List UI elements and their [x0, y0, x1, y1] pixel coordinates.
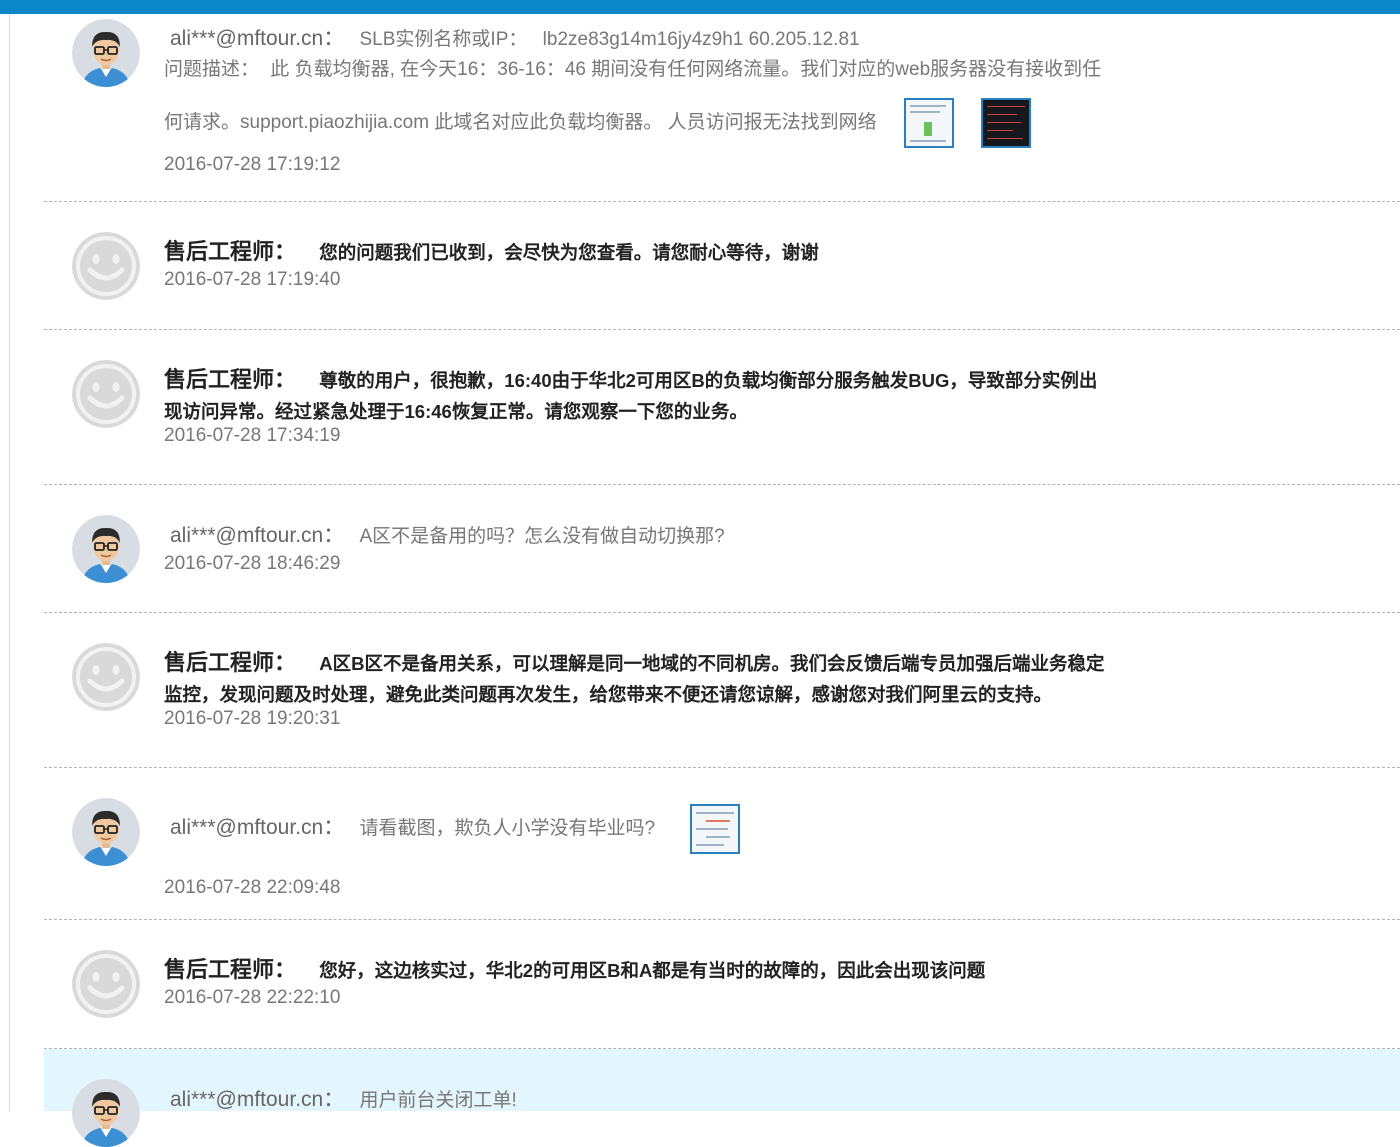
engineer-avatar-icon [72, 232, 140, 300]
message-content: 请看截图，欺负人小学没有毕业吗? [359, 818, 656, 839]
message-user: ali***@mftour.cn： A区不是备用的吗？怎么没有做自动切换那? 2… [44, 485, 1400, 612]
engineer-avatar-icon [72, 360, 140, 428]
message-user: ali***@mftour.cn： 请看截图，欺负人小学没有毕业吗? 2016-… [44, 768, 1400, 919]
message-author: ali***@mftour.cn： [170, 524, 345, 547]
message-author: 售后工程师： [164, 367, 297, 392]
desc-label: 问题描述： [164, 59, 260, 80]
message-content: 尊敬的用户，很抱歉，16:40由于华北2可用区B的负载均衡部分服务触发BUG，导… [319, 370, 1098, 391]
engineer-avatar-icon [72, 643, 140, 711]
user-avatar-icon [72, 1079, 140, 1147]
message-content: 您好，这边核实过，华北2的可用区B和A都是有当时的故障的，因此会出现该问题 [319, 960, 986, 981]
message-engineer: 售后工程师： 您的问题我们已收到，会尽快为您查看。请您耐心等待，谢谢 2016-… [44, 202, 1400, 328]
message-engineer: 售后工程师： A区B区不是备用关系，可以理解是同一地域的不同机房。我们会反馈后端… [44, 613, 1400, 768]
attachment-thumbnail[interactable] [903, 97, 954, 148]
message-content: 用户前台关闭工单! [359, 1090, 517, 1111]
message-timestamp: 2016-07-28 17:34:19 [164, 425, 341, 446]
ticket-thread: ali***@mftour.cn： SLB实例名称或IP： lb2ze83g14… [44, 14, 1400, 1111]
attachment-thumbnail[interactable] [981, 97, 1032, 148]
message-timestamp: 2016-07-28 18:46:29 [164, 553, 341, 574]
user-avatar-icon [72, 19, 140, 87]
message-author: 售后工程师： [164, 239, 297, 264]
message-author: 售后工程师： [164, 957, 297, 982]
message-timestamp: 2016-07-28 17:19:40 [164, 269, 341, 290]
top-bar [0, 0, 1400, 14]
message-author: ali***@mftour.cn： [170, 1088, 345, 1111]
desc-text-cont: 何请求。support.piaozhijia.com 此域名对应此负载均衡器。 … [164, 112, 877, 133]
message-timestamp: 2016-07-28 17:19:12 [164, 154, 341, 175]
desc-text: 此 负载均衡器, 在今天16：36-16：46 期间没有任何网络流量。我们对应的… [270, 59, 1102, 80]
message-user: ali***@mftour.cn： SLB实例名称或IP： lb2ze83g14… [44, 14, 1400, 200]
message-author: ali***@mftour.cn： [170, 27, 345, 50]
message-content: 您的问题我们已收到，会尽快为您查看。请您耐心等待，谢谢 [319, 242, 819, 263]
message-engineer: 售后工程师： 尊敬的用户，很抱歉，16:40由于华北2可用区B的负载均衡部分服务… [44, 330, 1400, 484]
left-border [9, 14, 10, 1111]
message-author: ali***@mftour.cn： [170, 816, 345, 839]
message-content: A区B区不是备用关系，可以理解是同一地域的不同机房。我们会反馈后端专员加强后端业… [319, 653, 1105, 674]
message-author: 售后工程师： [164, 650, 297, 675]
engineer-avatar-icon [72, 950, 140, 1018]
message-timestamp: 2016-07-28 22:22:10 [164, 987, 341, 1008]
user-avatar-icon [72, 515, 140, 583]
slb-label: SLB实例名称或IP： [359, 29, 528, 50]
user-avatar-icon [72, 798, 140, 866]
message-engineer: 售后工程师： 您好，这边核实过，华北2的可用区B和A都是有当时的故障的，因此会出… [44, 920, 1400, 1048]
attachment-thumbnail[interactable] [690, 803, 741, 854]
message-timestamp: 2016-07-28 22:09:48 [164, 877, 341, 898]
message-user-closed: ali***@mftour.cn： 用户前台关闭工单! [44, 1049, 1400, 1111]
message-timestamp: 2016-07-28 19:20:31 [164, 708, 341, 729]
message-content: A区不是备用的吗？怎么没有做自动切换那? [359, 526, 725, 547]
slb-value: lb2ze83g14m16jy4z9h1 60.205.12.81 [542, 29, 860, 50]
